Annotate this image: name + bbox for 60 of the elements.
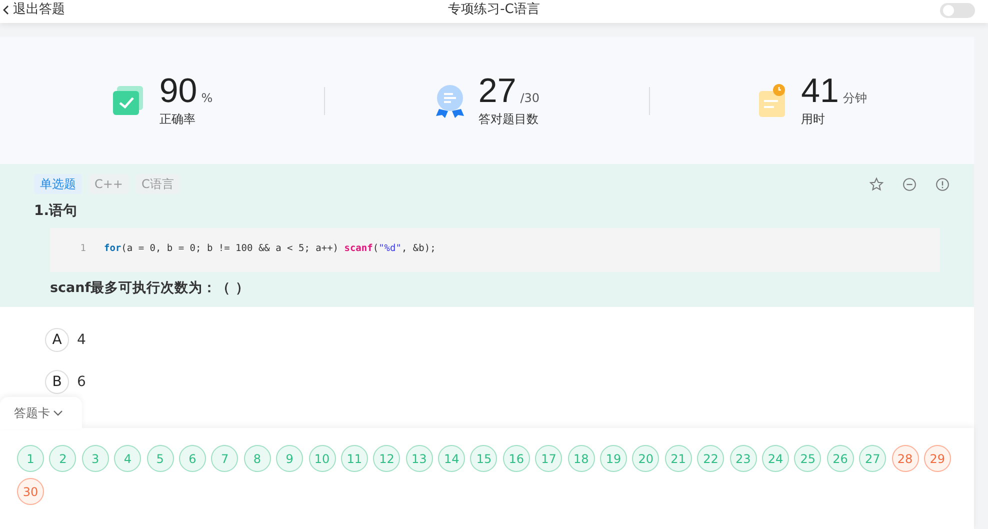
question-number-button[interactable]: 9 [276, 445, 304, 472]
question-number-button[interactable]: 25 [794, 445, 822, 472]
question-number-button[interactable]: 27 [859, 445, 886, 472]
stat-value: 27 [478, 74, 516, 108]
stat-label: 正确率 [159, 110, 196, 128]
option-text: 6 [77, 372, 86, 392]
question-prompt: scanf最多可执行次数为：（ ） [50, 279, 250, 298]
question-number-button[interactable]: 29 [924, 445, 951, 472]
question-number-button[interactable]: 23 [730, 445, 757, 472]
info-icon[interactable] [935, 176, 950, 192]
answer-card-tab[interactable]: 答题卡 [0, 397, 82, 429]
stat-unit: 分钟 [842, 90, 867, 106]
question-number-button[interactable]: 22 [697, 445, 724, 472]
question-number-button[interactable]: 28 [892, 445, 919, 472]
question-number-button[interactable]: 13 [406, 445, 433, 472]
question-number-button[interactable]: 2 [49, 445, 76, 472]
question-number-button[interactable]: 10 [308, 445, 336, 472]
toggle-switch[interactable] [940, 3, 975, 18]
stat-label: 答对题目数 [478, 110, 540, 128]
question-number-button[interactable]: 19 [600, 445, 628, 472]
question-number-button[interactable]: 14 [438, 445, 466, 472]
question-type-tag: 单选题 [34, 174, 82, 194]
question-number-button[interactable]: 18 [568, 445, 595, 472]
code-block: 1 for(a = 0, b = 0; b != 100 && a < 5; a++) scanf("%d", &b); [50, 228, 940, 272]
question-number-button[interactable]: 26 [826, 445, 854, 472]
question-number-button[interactable]: 17 [535, 445, 562, 472]
back-button[interactable]: 退出答题 [0, 3, 65, 16]
page-title: 专项练习-C语言 [448, 2, 540, 17]
question-number-button[interactable]: 15 [470, 445, 498, 472]
stat-value: 41 [801, 74, 839, 108]
question-number-button[interactable]: 11 [340, 445, 368, 472]
question-number-button[interactable]: 12 [373, 445, 400, 472]
topic-tag: C++ [88, 174, 129, 194]
chevron-down-icon [53, 410, 63, 416]
option-letter[interactable]: A [45, 328, 69, 352]
minus-circle-icon[interactable] [902, 176, 917, 192]
back-icon [2, 4, 9, 14]
question-number-button[interactable]: 1 [17, 445, 44, 472]
question-number-button[interactable]: 8 [244, 445, 271, 472]
question-number-button[interactable]: 6 [178, 445, 206, 472]
stat-unit: % [201, 90, 213, 106]
stat-unit: /30 [520, 90, 540, 106]
star-icon[interactable] [869, 176, 884, 192]
topic-tag: C语言 [136, 174, 180, 194]
question-number-button[interactable]: 16 [502, 445, 530, 472]
award-icon [434, 82, 466, 118]
question-number-button[interactable]: 4 [114, 445, 142, 472]
question-number-button[interactable]: 30 [17, 478, 44, 505]
question-number-button[interactable]: 20 [632, 445, 660, 472]
question-number-button[interactable]: 5 [146, 445, 174, 472]
question-number-button[interactable]: 7 [211, 445, 238, 472]
question-stem: 语句 [49, 202, 78, 218]
option-letter[interactable]: B [45, 370, 69, 394]
question-number: 1. [34, 202, 50, 218]
option-text: 4 [77, 330, 86, 350]
question-number-button[interactable]: 24 [762, 445, 789, 472]
stat-label: 用时 [801, 110, 826, 128]
question-number-button[interactable]: 21 [664, 445, 692, 472]
question-number-button[interactable]: 3 [82, 445, 109, 472]
stat-value: 90 [159, 74, 198, 108]
